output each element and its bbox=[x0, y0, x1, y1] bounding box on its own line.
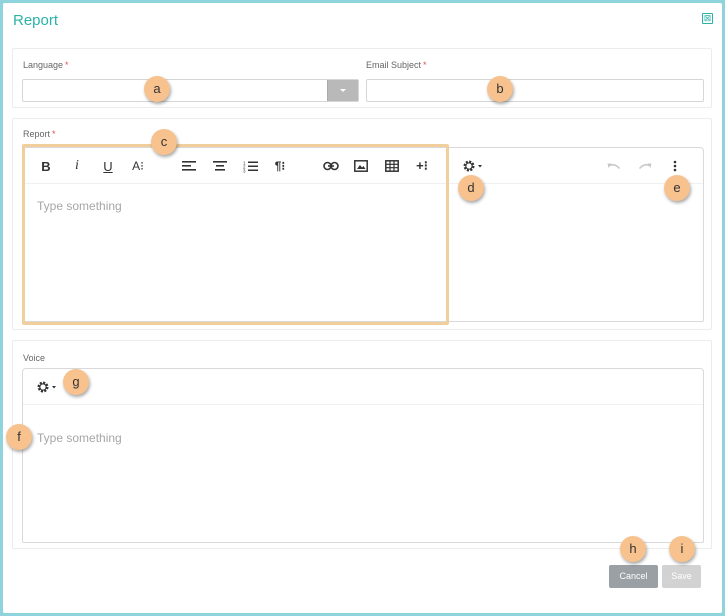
close-icon[interactable]: ⊠ bbox=[702, 13, 713, 24]
underline-button[interactable]: U bbox=[97, 155, 119, 177]
voice-settings-button[interactable] bbox=[33, 376, 61, 398]
insert-link-button[interactable] bbox=[320, 155, 342, 177]
paragraph-format-button[interactable]: ¶⁝ bbox=[269, 155, 291, 177]
ordered-list-button[interactable]: 1 2 3 bbox=[239, 155, 261, 177]
annotation-marker-a: a bbox=[144, 76, 170, 102]
annotation-marker-g: g bbox=[63, 369, 89, 395]
annotation-marker-b: b bbox=[487, 76, 513, 102]
more-vertical-icon bbox=[673, 160, 677, 172]
email-subject-input[interactable] bbox=[366, 79, 704, 102]
voice-label: Voice bbox=[23, 353, 46, 363]
annotation-marker-e: e bbox=[664, 175, 690, 201]
report-editor-toolbar: B i U A⁝ 1 2 3 ¶⁝ +⁝ bbox=[23, 148, 703, 184]
undo-icon bbox=[607, 163, 621, 169]
report-editor[interactable]: B i U A⁝ 1 2 3 ¶⁝ +⁝ Type something bbox=[22, 147, 704, 322]
align-center-button[interactable] bbox=[209, 155, 231, 177]
insert-more-button[interactable]: +⁝ bbox=[411, 155, 433, 177]
cancel-button[interactable]: Cancel bbox=[609, 565, 658, 588]
redo-icon bbox=[638, 163, 652, 169]
align-left-button[interactable] bbox=[178, 155, 200, 177]
voice-editor-placeholder: Type something bbox=[37, 431, 122, 445]
insert-table-button[interactable] bbox=[381, 155, 403, 177]
dialog-title: Report bbox=[13, 12, 59, 29]
table-icon bbox=[385, 160, 399, 172]
annotation-marker-f: f bbox=[6, 424, 32, 450]
report-section: Report * B i U A⁝ 1 2 3 ¶⁝ +⁝ Type somet… bbox=[12, 118, 712, 330]
align-left-icon bbox=[182, 161, 196, 171]
header-fields-section: Language * Email Subject * bbox=[12, 48, 712, 108]
email-subject-label: Email Subject * bbox=[366, 60, 427, 70]
align-center-icon bbox=[213, 161, 227, 171]
language-dropdown-toggle[interactable] bbox=[327, 80, 358, 101]
language-select[interactable] bbox=[22, 79, 359, 102]
report-label: Report * bbox=[23, 129, 56, 139]
gear-icon bbox=[37, 381, 56, 393]
report-editor-placeholder: Type something bbox=[37, 199, 122, 213]
annotation-marker-i: i bbox=[669, 536, 695, 562]
annotation-marker-h: h bbox=[620, 536, 646, 562]
annotation-marker-d: d bbox=[458, 175, 484, 201]
caret-down-icon bbox=[340, 89, 346, 92]
gear-icon bbox=[463, 160, 482, 172]
more-options-button[interactable] bbox=[664, 155, 686, 177]
save-button[interactable]: Save bbox=[662, 565, 701, 588]
voice-editor[interactable]: Type something bbox=[22, 368, 704, 543]
italic-button[interactable]: i bbox=[66, 155, 88, 177]
redo-button[interactable] bbox=[634, 155, 656, 177]
voice-section: Voice Type something bbox=[12, 340, 712, 549]
link-icon bbox=[323, 161, 339, 171]
voice-editor-toolbar bbox=[23, 369, 703, 405]
insert-image-button[interactable] bbox=[350, 155, 372, 177]
image-icon bbox=[354, 160, 368, 172]
bold-button[interactable]: B bbox=[35, 155, 57, 177]
ordered-list-icon: 1 2 3 bbox=[243, 160, 258, 173]
font-size-button[interactable]: A⁝ bbox=[127, 155, 149, 177]
report-dialog: Report ⊠ Language * Email Subject * Report… bbox=[3, 3, 722, 613]
svg-text:3: 3 bbox=[243, 168, 246, 173]
language-label: Language * bbox=[23, 60, 69, 70]
annotation-marker-c: c bbox=[151, 129, 177, 155]
report-settings-button[interactable] bbox=[459, 155, 487, 177]
undo-button[interactable] bbox=[603, 155, 625, 177]
